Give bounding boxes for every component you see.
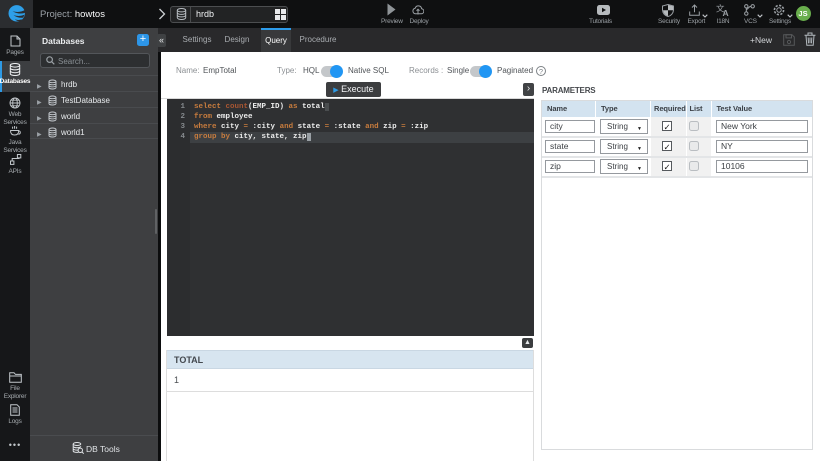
svg-text:A: A (723, 8, 729, 16)
